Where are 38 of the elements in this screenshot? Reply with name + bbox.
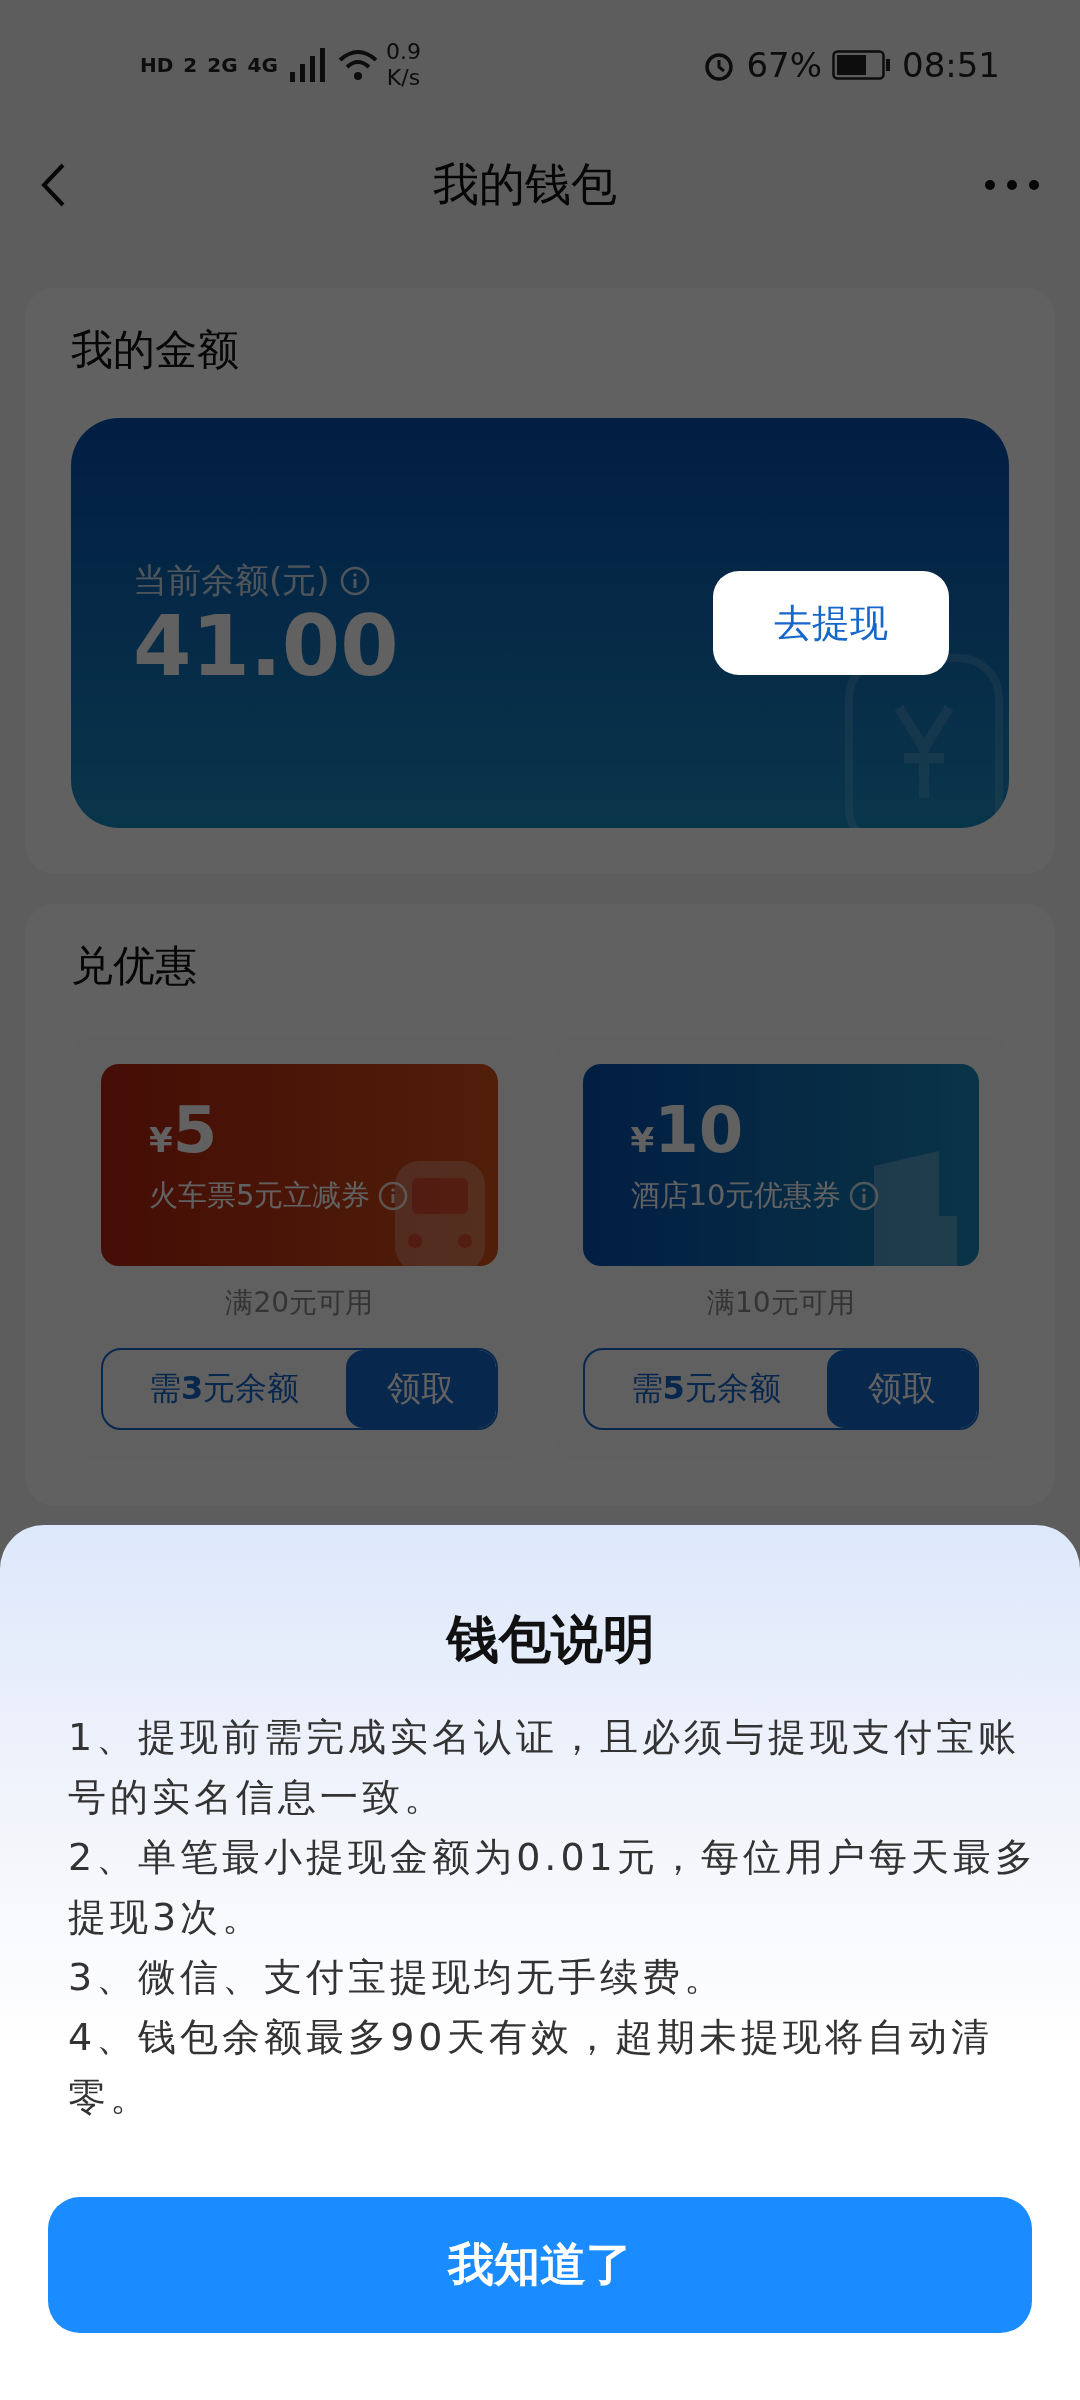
signal-icon <box>287 48 328 82</box>
coupon-name: 酒店10元优惠券 <box>630 1177 842 1214</box>
status-indicator: 2G <box>207 53 238 77</box>
info-icon[interactable] <box>378 1181 409 1211</box>
balance-amount: 41.00 <box>133 604 399 688</box>
claim-button[interactable]: 领取 <box>827 1350 977 1428</box>
coupon-amount: 5 <box>172 1098 218 1162</box>
clock-time: 08:51 <box>902 45 1000 85</box>
status-indicator: 4G <box>247 53 278 77</box>
info-icon[interactable] <box>849 1181 880 1211</box>
info-icon[interactable] <box>339 566 370 596</box>
rule-text: 1、提现前需完成实名认证，且必须与提现支付宝账号的实名信息一致。 <box>67 1714 1022 1821</box>
confirm-button[interactable]: 我知道了 <box>48 2197 1032 2333</box>
coupon-amount: 10 <box>654 1098 744 1162</box>
battery-percentage: 67% <box>746 45 822 85</box>
sheet-title: 钱包说明 <box>444 1608 656 1671</box>
rule-text: 3、微信、支付宝提现均无手续费。 <box>67 1954 728 2001</box>
currency-symbol: ¥ <box>149 1120 173 1160</box>
network-speed-unit: K/s <box>386 65 421 91</box>
balance-label: 当前余额(元) <box>133 559 330 602</box>
page-title: 我的钱包 <box>433 156 617 213</box>
currency-symbol: ¥ <box>630 1120 655 1160</box>
status-indicator: HD <box>140 53 174 77</box>
coupon-name: 火车票5元立减券 <box>149 1177 371 1214</box>
battery-icon <box>832 50 892 80</box>
status-indicator: 2 <box>183 53 198 77</box>
rule-text: 2、单笔最小提现金额为0.01元，每位用户每天最多提现3次。 <box>67 1834 1038 1941</box>
balance-requirement: 需3元余额 <box>148 1368 301 1409</box>
more-icon[interactable] <box>984 179 1040 191</box>
section-title: 我的金额 <box>71 324 240 376</box>
back-icon[interactable] <box>40 162 66 208</box>
withdraw-button[interactable]: 去提现 <box>713 571 949 675</box>
network-speed: 0.9 <box>385 39 421 65</box>
claim-button[interactable]: 领取 <box>345 1350 496 1428</box>
rule-text: 4、钱包余额最多90天有效，超期未提现将自动清零。 <box>67 2014 994 2121</box>
wifi-icon <box>337 48 378 82</box>
balance-requirement: 需5元余额 <box>629 1368 782 1409</box>
section-title: 兑优惠 <box>71 940 198 992</box>
